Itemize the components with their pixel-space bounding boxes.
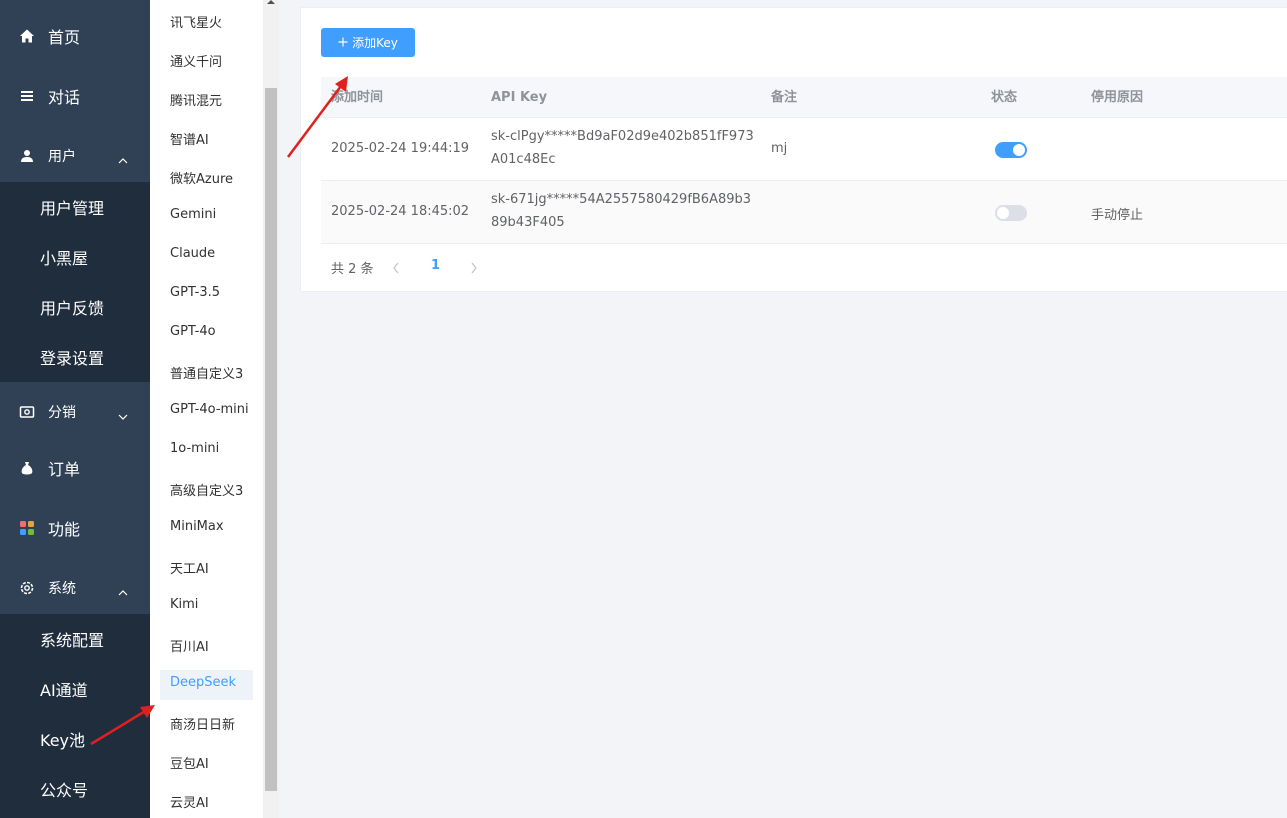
nav-distribution[interactable]: 分销 [0,392,150,432]
model-item[interactable]: MiniMax [170,519,224,534]
nav-chat[interactable]: 对话 [0,76,150,116]
add-key-label: 添加Key [352,36,398,50]
toggle-knob [1013,144,1025,156]
home-icon [18,27,36,45]
model-item[interactable]: 智谱AI [170,129,209,148]
cell-reason: 手动停止 [1091,208,1144,223]
nav-chat-label: 对话 [48,88,81,107]
nav-home-label: 首页 [48,28,81,47]
column-header-api-key: API Key [491,90,548,105]
model-submenu: 讯飞星火 通义千问 腾讯混元 智谱AI 微软Azure Gemini Claud… [150,0,263,818]
model-item[interactable]: 腾讯混元 [170,90,222,109]
main-sidebar: 首页 对话 用户 用户管理 小黑屋 用户反馈 登录设置 分销 订单 功能 系统 … [0,0,150,818]
scroll-up-arrow-icon[interactable] [267,0,275,4]
add-key-button[interactable]: 添加Key [321,28,415,57]
status-toggle[interactable] [995,205,1027,221]
cell-note: mj [771,141,788,156]
nav-orders[interactable]: 订单 [0,448,150,488]
gear-icon [18,579,36,597]
menu-lines-icon [18,87,36,105]
model-item[interactable]: 天工AI [170,558,209,577]
nav-user-label: 用户 [48,149,76,165]
nav-key-pool[interactable]: Key池 [0,714,150,764]
submenu-scrollbar-thumb[interactable] [265,88,277,791]
model-item[interactable]: GPT-3.5 [170,285,220,300]
model-item[interactable]: 高级自定义3 [170,480,243,499]
nav-login-settings[interactable]: 登录设置 [0,332,150,382]
pagination-total: 共 2 条 [331,262,374,277]
model-item[interactable]: 百川AI [170,636,209,655]
cell-time: 2025-02-24 18:45:02 [331,204,470,219]
column-header-time: 添加时间 [331,90,384,105]
grid-icon [18,519,36,537]
table-header: 添加时间 API Key 备注 状态 停用原因 [321,77,1287,118]
model-item[interactable]: 豆包AI [170,753,209,772]
table-row: 2025-02-24 19:44:19 sk-clPgy*****Bd9aF02… [321,118,1287,181]
cell-api-key: sk-671jg*****54A2557580429fB6A89b389b43F… [491,192,752,230]
chevron-up-icon [118,151,128,164]
nav-system-config[interactable]: 系统配置 [0,614,150,664]
column-header-status: 状态 [991,90,1018,105]
chevron-up-icon [118,583,128,596]
toggle-knob [997,207,1009,219]
nav-official-account[interactable]: 公众号 [0,764,150,814]
model-item[interactable]: Kimi [170,597,198,612]
column-header-reason: 停用原因 [1091,90,1144,105]
nav-user[interactable]: 用户 [0,136,150,176]
model-item[interactable]: 讯飞星火 [170,12,222,31]
status-toggle[interactable] [995,142,1027,158]
page-number-current[interactable]: 1 [431,258,440,273]
nav-blacklist[interactable]: 小黑屋 [0,232,150,282]
user-submenu: 用户管理 小黑屋 用户反馈 登录设置 [0,182,150,382]
chevron-left-icon[interactable] [391,261,401,275]
model-item-deepseek-active[interactable]: DeepSeek [170,675,236,690]
table-row: 2025-02-24 18:45:02 sk-671jg*****54A2557… [321,181,1287,244]
model-item[interactable]: GPT-4o [170,324,216,339]
nav-system[interactable]: 系统 [0,568,150,608]
money-bag-icon [18,459,36,477]
model-item[interactable]: Claude [170,246,215,261]
chevron-down-icon [118,407,128,420]
model-item[interactable]: 1o-mini [170,441,219,456]
model-item[interactable]: 普通自定义3 [170,363,243,382]
system-submenu: 系统配置 AI通道 Key池 公众号 [0,614,150,818]
nav-features-label: 功能 [48,520,81,539]
nav-distribution-label: 分销 [48,405,76,421]
nav-ai-channel[interactable]: AI通道 [0,664,150,714]
nav-orders-label: 订单 [48,460,81,479]
cell-api-key: sk-clPgy*****Bd9aF02d9e402b851fF973A01c4… [491,129,754,167]
model-item[interactable]: 云灵AI [170,792,209,811]
nav-system-label: 系统 [48,581,76,597]
model-item[interactable]: 微软Azure [170,168,233,187]
model-item[interactable]: Gemini [170,207,216,222]
user-icon [18,147,36,165]
cell-time: 2025-02-24 19:44:19 [331,141,470,156]
chevron-right-icon[interactable] [469,261,479,275]
model-item[interactable]: 通义千问 [170,51,222,70]
model-item[interactable]: GPT-4o-mini [170,402,249,417]
nav-user-feedback[interactable]: 用户反馈 [0,282,150,332]
nav-features[interactable]: 功能 [0,508,150,548]
plus-icon [338,36,348,50]
model-item[interactable]: 商汤日日新 [170,714,235,733]
nav-user-management[interactable]: 用户管理 [0,182,150,232]
wallet-icon [18,403,36,421]
column-header-note: 备注 [771,90,798,105]
nav-home[interactable]: 首页 [0,16,150,56]
